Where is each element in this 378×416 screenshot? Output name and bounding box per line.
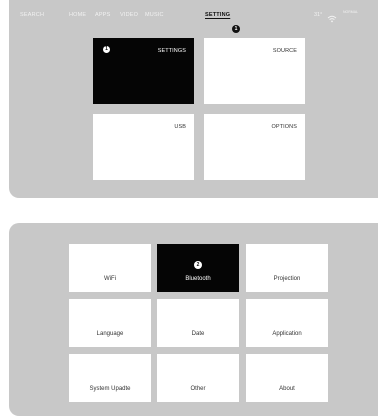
tile-settings[interactable]: 1 SETTINGS [93, 38, 194, 104]
tile-other[interactable]: Other [157, 354, 239, 402]
tile-projection-label: Projection [273, 276, 301, 282]
wifi-icon [327, 10, 337, 28]
tile-system-update[interactable]: System Upadte [69, 354, 151, 402]
tile-source[interactable]: SOURCE [204, 38, 305, 104]
nav-video[interactable]: VIDEO [120, 12, 138, 18]
main-menu-panel: SEARCH HOME APPS VIDEO MUSIC SETTING 1 3… [9, 0, 378, 198]
tile-application[interactable]: Application [246, 299, 328, 347]
nav-home[interactable]: HOME [69, 12, 86, 18]
tile-language[interactable]: Language [69, 299, 151, 347]
tile-other-label: Other [190, 386, 206, 392]
tile-usb-label: USB [174, 124, 186, 130]
tile-wifi[interactable]: WiFi [69, 244, 151, 292]
tile-language-label: Language [96, 331, 124, 337]
tile-options[interactable]: OPTIONS [204, 114, 305, 180]
tile-bluetooth[interactable]: 2 Bluetooth [157, 244, 239, 292]
tile-application-label: Application [272, 331, 302, 337]
tile-about-label: About [279, 386, 295, 392]
tile-about[interactable]: About [246, 354, 328, 402]
nav-search[interactable]: SEARCH [20, 12, 44, 18]
tile-wifi-label: WiFi [104, 276, 116, 282]
tile-projection[interactable]: Projection [246, 244, 328, 292]
tile-source-label: SOURCE [272, 48, 297, 54]
nav-music[interactable]: MUSIC [145, 12, 164, 18]
settings-panel: WiFi 2 Bluetooth Projection Language Dat… [9, 223, 378, 416]
step-badge: 1 [103, 46, 110, 53]
status-indicator: NORMAL [343, 10, 358, 14]
nav-setting[interactable]: SETTING [205, 12, 230, 18]
tile-usb[interactable]: USB [93, 114, 194, 180]
tile-settings-label: SETTINGS [157, 48, 186, 54]
temperature-readout: 31° [314, 12, 323, 18]
tile-date[interactable]: Date [157, 299, 239, 347]
tile-options-label: OPTIONS [271, 124, 297, 130]
tile-system-update-label: System Upadte [89, 386, 131, 392]
nav-step-marker: 1 [232, 25, 240, 33]
tile-bluetooth-label: Bluetooth [185, 276, 211, 282]
tile-date-label: Date [191, 331, 205, 337]
top-navigation: SEARCH HOME APPS VIDEO MUSIC SETTING [9, 12, 378, 26]
step-badge: 2 [194, 261, 202, 269]
nav-apps[interactable]: APPS [95, 12, 110, 18]
